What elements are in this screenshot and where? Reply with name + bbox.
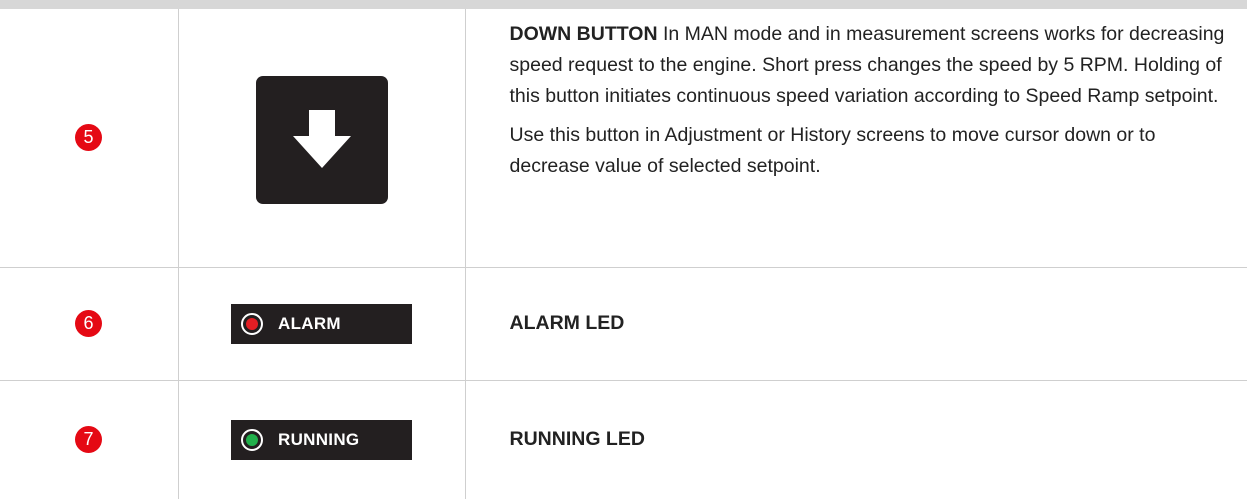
description-paragraph: DOWN BUTTON In MAN mode and in measureme… (510, 19, 1235, 112)
description-paragraph-2: Use this button in Adjustment or History… (509, 124, 1156, 177)
image-cell: ALARM (177, 267, 465, 381)
table-row: 6 ALARM ALARM LED (0, 267, 1247, 381)
row-number-badge: 7 (75, 426, 102, 454)
description-title: RUNNING LED (509, 428, 645, 451)
description-cell: ALARM LED (464, 267, 1247, 381)
down-arrow-icon (292, 109, 351, 168)
row-number-badge: 5 (75, 124, 102, 152)
table-row: 7 RUNNING RUNNING LED (0, 380, 1247, 499)
running-led-image: RUNNING (231, 419, 412, 460)
row-number-cell: 7 (0, 380, 178, 499)
down-button-image (255, 75, 388, 204)
description-cell: RUNNING LED (464, 380, 1247, 499)
image-cell: RUNNING (177, 380, 465, 499)
row-number-cell: 5 (0, 9, 178, 268)
description-cell: DOWN BUTTON In MAN mode and in measureme… (464, 9, 1247, 268)
controls-table: 5 DOWN BUTTON In MAN mode and in measure… (0, 9, 1247, 499)
led-ring-icon (241, 312, 263, 335)
running-led-label: RUNNING (278, 429, 360, 449)
led-ring-icon (241, 428, 263, 451)
description-title: ALARM LED (509, 312, 625, 334)
alarm-led-icon (246, 317, 258, 330)
alarm-led-image: ALARM (231, 303, 412, 344)
image-cell (177, 9, 465, 268)
running-led-icon (246, 433, 258, 446)
alarm-led-label: ALARM (278, 313, 341, 333)
row-number-badge: 6 (75, 310, 102, 337)
description-title: DOWN BUTTON (509, 23, 658, 45)
row-number-cell: 6 (0, 267, 178, 381)
table-top-bar (0, 0, 1247, 9)
table-row: 5 DOWN BUTTON In MAN mode and in measure… (0, 9, 1247, 268)
